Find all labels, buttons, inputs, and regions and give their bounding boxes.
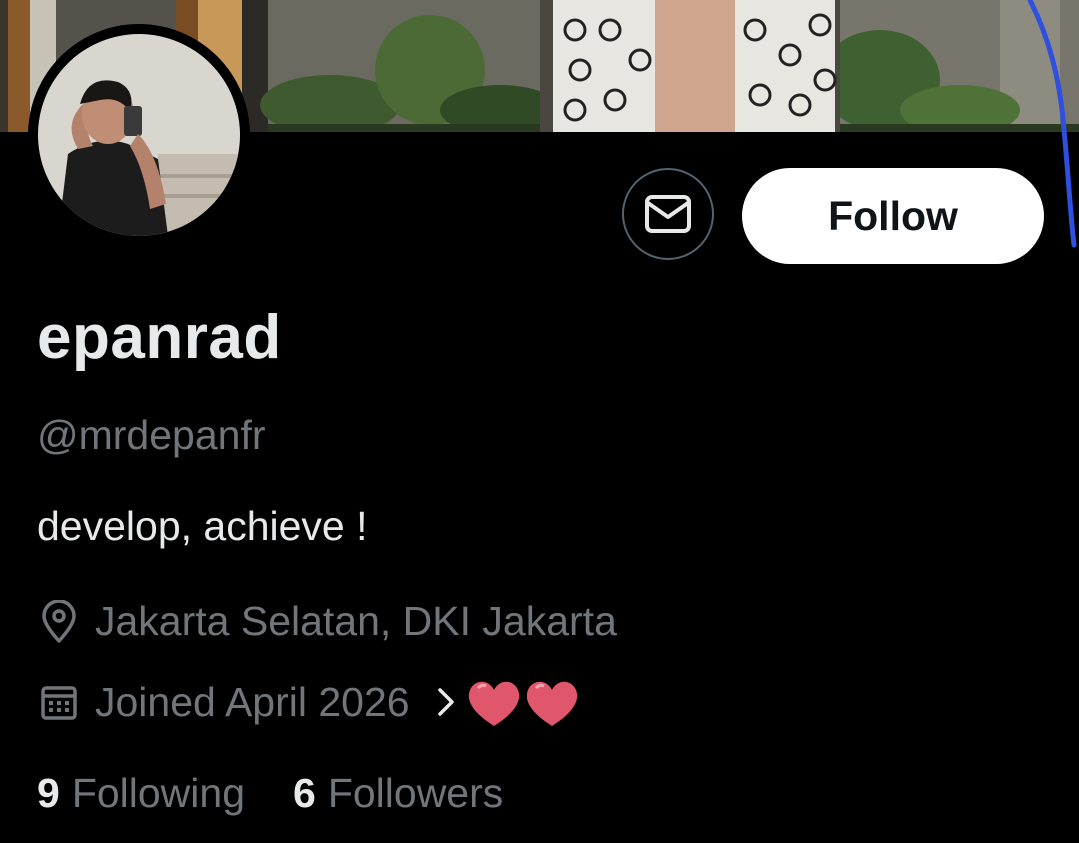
location-pin-icon [37,599,81,644]
followers-label: Followers [327,770,504,816]
profile-avatar[interactable] [28,24,250,246]
follow-button[interactable]: Follow [742,168,1044,264]
display-name: epanrad [37,303,282,372]
following-link[interactable]: 9 Following [37,770,245,817]
profile-joined-date: Joined April 2026 [37,674,584,730]
user-handle: @mrdepanfr [37,412,266,458]
message-button[interactable] [622,168,714,260]
profile-bio: develop, achieve ! [37,503,368,549]
profile-stats: 9 Following 6 Followers [37,770,503,817]
followers-link[interactable]: 6 Followers [293,770,503,817]
profile-location: Jakarta Selatan, DKI Jakarta [37,598,617,645]
following-label: Following [71,770,246,816]
followers-count: 6 [293,770,316,816]
joined-text: Joined April 2026 [95,678,410,725]
profile-page: Follow epanrad @mrdepanfr develop, achie… [0,0,1079,843]
heart-emoji-icon [464,674,584,730]
mail-icon [645,195,691,233]
following-count: 9 [37,770,60,816]
calendar-icon [37,680,81,724]
location-text: Jakarta Selatan, DKI Jakarta [95,598,617,644]
chevron-right-icon[interactable] [436,686,456,718]
